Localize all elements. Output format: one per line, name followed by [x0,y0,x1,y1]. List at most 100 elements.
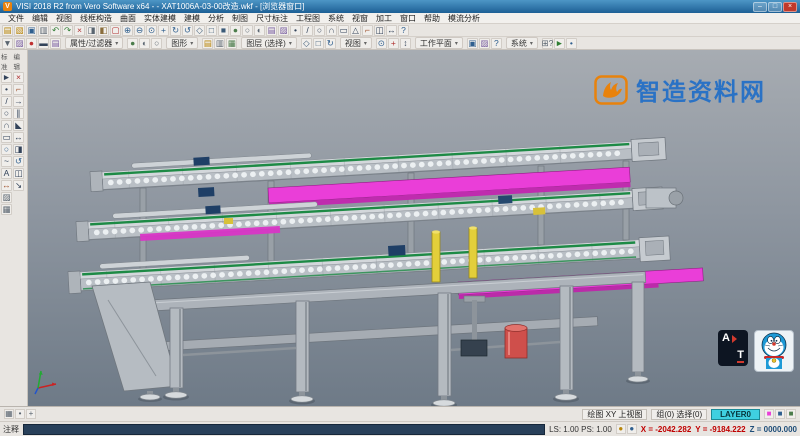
menu-item[interactable]: 工程图 [292,13,324,24]
menu-item[interactable]: 视窗 [348,13,372,24]
color-picker-icon[interactable]: ● [26,38,37,49]
redo-icon[interactable]: ↷ [62,25,73,36]
hidden-line-icon[interactable]: ◐ [254,25,265,36]
offset-icon[interactable]: ∥ [13,108,24,119]
toolbar-group-layer-selection[interactable]: 图层 (选择) ▾ [241,37,297,49]
copy-entity-icon[interactable]: ◨ [13,144,24,155]
menu-item[interactable]: 帮助 [420,13,444,24]
layer-list-icon[interactable]: ▤ [202,38,213,49]
zoom-out-icon[interactable]: ⊖ [134,25,145,36]
copy-icon[interactable]: ◨ [86,25,97,36]
scale-icon[interactable]: ↘ [13,180,24,191]
menu-item[interactable]: 编辑 [28,13,52,24]
pan-icon[interactable]: + [158,25,169,36]
toolbar-group-attributes-filter[interactable]: 属性/过滤器 ▾ [65,37,123,49]
menu-item[interactable]: 文件 [4,13,28,24]
menu-item[interactable]: 实体建模 [140,13,180,24]
zoom-fit-icon[interactable]: ⊙ [146,25,157,36]
trim-tool-icon[interactable]: ⌐ [362,25,373,36]
workplane-flip-icon[interactable]: ↕ [400,38,411,49]
command-input[interactable] [23,424,545,435]
chamfer-icon[interactable]: ◣ [13,120,24,131]
system-settings-icon[interactable]: ▣ [467,38,478,49]
shaded-icon[interactable]: ● [127,38,138,49]
layer-visibility-icon[interactable]: ▦ [226,38,237,49]
shaded-view-icon[interactable]: ● [230,25,241,36]
halftone-icon[interactable]: ◐ [139,38,150,49]
move-tool-icon[interactable]: ↔ [386,25,397,36]
rotate-view-icon[interactable]: ↻ [170,25,181,36]
layer-icon[interactable]: ▤ [50,38,61,49]
system-help-icon[interactable]: ? [491,38,502,49]
rotate-icon[interactable]: ↺ [13,156,24,167]
previous-view-icon[interactable]: ↺ [182,25,193,36]
text-icon[interactable]: A [1,168,12,179]
circle-tool-icon[interactable]: ○ [314,25,325,36]
menu-item[interactable]: 系统 [324,13,348,24]
move-icon[interactable]: ↔ [13,132,24,143]
precision-icon[interactable]: ● [627,424,637,434]
system-options-icon[interactable]: ▨ [479,38,490,49]
snap-point-icon[interactable]: • [15,409,25,419]
mirror-icon[interactable]: ◫ [13,168,24,179]
menu-item[interactable]: 曲面 [116,13,140,24]
macro-icon[interactable]: ► [554,38,565,49]
view-rotate-icon[interactable]: ↻ [325,38,336,49]
selection-filter-icon[interactable]: ▼ [2,38,13,49]
erase-icon[interactable]: × [13,72,24,83]
ortho-mode-icon[interactable]: + [26,409,36,419]
open-file-icon[interactable]: ▧ [14,25,25,36]
layer-manager-icon[interactable]: ▤ [266,25,277,36]
line-tool-icon[interactable]: / [302,25,313,36]
trim-icon[interactable]: ⌐ [13,84,24,95]
menu-item[interactable]: 窗口 [396,13,420,24]
delete-icon[interactable]: ▢ [110,25,121,36]
workplane-origin-icon[interactable]: + [388,38,399,49]
circle-icon[interactable]: ○ [1,108,12,119]
workplane-color-icon[interactable]: ■ [775,409,785,419]
rectangle-icon[interactable]: ▭ [1,132,12,143]
select-tool-icon[interactable]: ► [1,72,12,83]
menu-item[interactable]: 加工 [372,13,396,24]
menu-item[interactable]: 分析 [204,13,228,24]
highlight-color-icon[interactable]: ■ [764,409,774,419]
ellipse-icon[interactable]: ○ [1,144,12,155]
units-icon[interactable]: ● [616,424,626,434]
mirror-tool-icon[interactable]: ◫ [374,25,385,36]
minimize-button[interactable]: – [753,2,767,12]
layer-add-icon[interactable]: ▥ [214,38,225,49]
rectangle-tool-icon[interactable]: ▭ [338,25,349,36]
paste-icon[interactable]: ◧ [98,25,109,36]
undo-icon[interactable]: ↶ [50,25,61,36]
menu-item[interactable]: 建模 [180,13,204,24]
snap-grid-icon[interactable]: ▦ [4,409,14,419]
new-file-icon[interactable]: ▤ [2,25,13,36]
arc-tool-icon[interactable]: ∩ [326,25,337,36]
wireframe-icon[interactable]: ○ [151,38,162,49]
zoom-in-icon[interactable]: ⊕ [122,25,133,36]
point-tool-icon[interactable]: • [290,25,301,36]
help-icon[interactable]: ? [398,25,409,36]
polygon-tool-icon[interactable]: △ [350,25,361,36]
toolbar-group-view[interactable]: 视图 ▾ [340,37,372,49]
grid-toggle-icon[interactable]: ■ [786,409,796,419]
toolbar-group-system[interactable]: 系统 ▾ [506,37,538,49]
arc-icon[interactable]: ∩ [1,120,12,131]
view-iso-icon[interactable]: ◇ [301,38,312,49]
front-view-icon[interactable]: ■ [218,25,229,36]
3d-viewport[interactable]: 智造资料网 A T [28,50,800,406]
close-button[interactable]: × [783,2,797,12]
toolbar-group-graphics[interactable]: 图形 ▾ [166,37,198,49]
point-icon[interactable]: • [1,84,12,95]
curve-icon[interactable]: ~ [1,156,12,167]
grid-icon[interactable]: ▦ [1,204,12,215]
toolbar-group-workplane[interactable]: 工作平面 ▾ [415,37,463,49]
workplane-icon[interactable]: ⊙ [376,38,387,49]
cut-icon[interactable]: × [74,25,85,36]
line-style-icon[interactable]: ▬ [38,38,49,49]
line-icon[interactable]: / [1,96,12,107]
extend-icon[interactable]: → [13,96,24,107]
save-icon[interactable]: ▣ [26,25,37,36]
top-view-icon[interactable]: □ [206,25,217,36]
menu-item[interactable]: 线框构造 [76,13,116,24]
